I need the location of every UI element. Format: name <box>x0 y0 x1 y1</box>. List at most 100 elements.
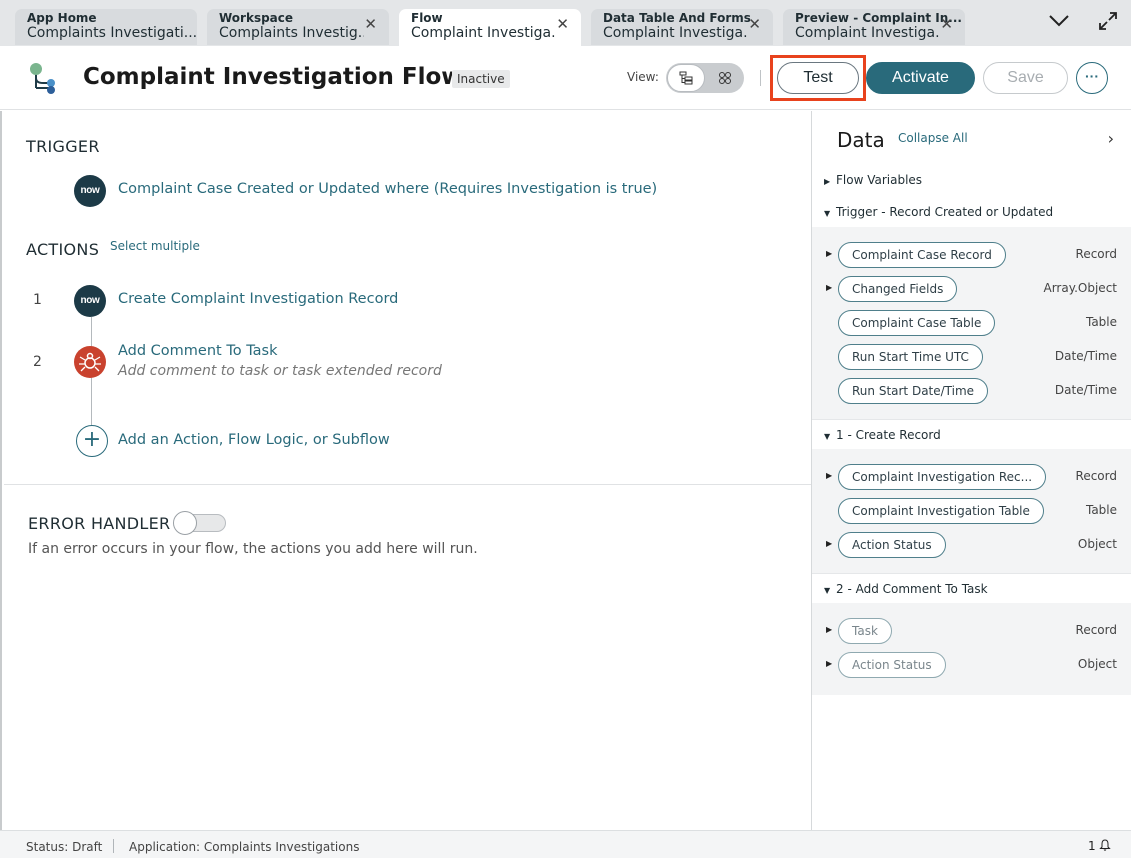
error-handler-toggle[interactable] <box>173 511 226 535</box>
data-pill[interactable]: Complaint Investigation Rec... <box>838 464 1047 490</box>
data-group-flow-variables[interactable]: ▶ Flow Variables <box>812 165 1131 195</box>
data-group-body: ▶ Complaint Case Record Record ▶ Changed… <box>812 227 1131 427</box>
data-pill-type: Record <box>1075 247 1117 261</box>
caret-right-icon[interactable]: ▶ <box>826 283 832 292</box>
tab-subtitle: Complaint Investiga... <box>603 25 748 41</box>
tab-preview[interactable]: Preview - Complaint In... Complaint Inve… <box>783 9 965 45</box>
action-step-add-comment[interactable]: Add Comment To Task <box>118 343 278 359</box>
status-badge: Inactive <box>452 70 510 88</box>
data-pill-type: Date/Time <box>1054 349 1117 363</box>
actions-heading: ACTIONS <box>26 240 100 259</box>
notification-count: 1 <box>1088 839 1096 853</box>
test-button[interactable]: Test <box>777 62 859 94</box>
data-pill[interactable]: Changed Fields <box>838 276 958 302</box>
tab-subtitle: Complaints Investig... <box>219 25 364 41</box>
close-icon[interactable]: ✕ <box>556 17 569 32</box>
error-handler-description: If an error occurs in your flow, the act… <box>28 541 478 557</box>
data-panel: Data Collapse All › ▶ Flow Variables ▼ Tri… <box>811 111 1131 830</box>
close-icon[interactable]: ✕ <box>364 17 377 32</box>
chevron-down-icon[interactable] <box>1048 12 1070 33</box>
data-pill[interactable]: Task <box>838 618 892 644</box>
caret-right-icon[interactable]: ▶ <box>826 539 832 548</box>
tab-subtitle: Complaint Investiga... <box>795 25 940 41</box>
caret-down-icon: ▼ <box>824 209 831 218</box>
expand-icon[interactable] <box>1097 10 1119 37</box>
bug-spider-icon <box>74 346 106 378</box>
data-group-trigger[interactable]: ▼ Trigger - Record Created or Updated <box>812 197 1131 227</box>
caret-right-icon[interactable]: ▶ <box>826 659 832 668</box>
trigger-link[interactable]: Complaint Case Created or Updated where … <box>118 181 657 197</box>
close-icon[interactable]: ✕ <box>748 17 761 32</box>
data-pill-type: Object <box>1077 657 1117 671</box>
section-divider <box>4 484 812 485</box>
tab-flow[interactable]: Flow Complaint Investiga... ✕ <box>399 9 581 46</box>
tab-app-home[interactable]: App Home Complaints Investigati... <box>15 9 197 45</box>
data-pill-type: Object <box>1077 537 1117 551</box>
data-group-create-record[interactable]: ▼ 1 - Create Record <box>812 419 1131 449</box>
tab-workspace[interactable]: Workspace Complaints Investig... ✕ <box>207 9 389 45</box>
trigger-heading: TRIGGER <box>26 137 100 156</box>
more-options-button[interactable]: ··· <box>1076 62 1108 94</box>
data-panel-header: Data Collapse All › <box>812 111 1131 166</box>
data-pill-type: Date/Time <box>1054 383 1117 397</box>
caret-down-icon: ▼ <box>824 586 831 595</box>
flow-logo-icon <box>30 63 55 94</box>
close-icon[interactable]: ✕ <box>940 17 953 32</box>
view-label: View: <box>627 70 659 84</box>
caret-right-icon[interactable]: ▶ <box>826 625 832 634</box>
caret-right-icon[interactable]: ▶ <box>826 249 832 258</box>
chevron-right-icon[interactable]: › <box>1108 129 1114 148</box>
add-action-button[interactable]: + <box>76 425 108 457</box>
data-pill-type: Array.Object <box>1043 281 1117 295</box>
data-group-label: 1 - Create Record <box>836 428 941 442</box>
data-pill[interactable]: Complaint Case Table <box>838 310 996 336</box>
tab-subtitle: Complaints Investigati... <box>27 25 197 41</box>
servicenow-icon: now <box>74 285 106 317</box>
caret-down-icon: ▼ <box>824 432 831 441</box>
tab-data-table-and-forms[interactable]: Data Table And Forms Complaint Investiga… <box>591 9 773 45</box>
flow-canvas: TRIGGER now Complaint Case Created or Up… <box>0 111 812 830</box>
divider <box>113 839 114 853</box>
page-title: Complaint Investigation Flow <box>83 64 463 90</box>
data-pill[interactable]: Run Start Date/Time <box>838 378 989 404</box>
servicenow-icon: now <box>74 175 106 207</box>
data-pill[interactable]: Action Status <box>838 532 946 558</box>
view-toggle[interactable] <box>666 63 744 93</box>
tab-subtitle: Complaint Investiga... <box>411 25 556 41</box>
divider <box>760 70 761 86</box>
data-pill-type: Record <box>1075 623 1117 637</box>
tab-bar: App Home Complaints Investigati... Works… <box>0 0 1131 46</box>
flow-header: Complaint Investigation Flow Inactive Vi… <box>0 46 1131 110</box>
data-group-body: ▶ Task Record ▶ Action Status Object <box>812 603 1131 695</box>
caret-right-icon: ▶ <box>824 177 831 186</box>
data-pill-type: Table <box>1085 315 1117 329</box>
application-name: Application: Complaints Investigations <box>129 840 360 854</box>
status-bar: Status: Draft Application: Complaints In… <box>0 830 1131 858</box>
data-group-label: Trigger - Record Created or Updated <box>836 205 1054 219</box>
data-pill[interactable]: Action Status <box>838 652 946 678</box>
diagram-view-icon[interactable] <box>718 71 732 85</box>
activate-button[interactable]: Activate <box>866 62 975 94</box>
toggle-knob <box>173 511 197 535</box>
action-step-create-record[interactable]: Create Complaint Investigation Record <box>118 291 398 307</box>
data-pill[interactable]: Run Start Time UTC <box>838 344 983 370</box>
notifications[interactable]: 1 <box>1088 839 1112 853</box>
collapse-all-link[interactable]: Collapse All <box>898 131 968 145</box>
tab-title: App Home <box>27 11 97 25</box>
action-step-description: Add comment to task or task extended rec… <box>118 363 442 379</box>
caret-right-icon[interactable]: ▶ <box>826 471 832 480</box>
bell-icon <box>1099 839 1112 851</box>
error-handler-heading: ERROR HANDLER <box>28 514 171 533</box>
data-pill-type: Table <box>1085 503 1117 517</box>
add-action-link[interactable]: Add an Action, Flow Logic, or Subflow <box>118 432 390 448</box>
data-group-add-comment[interactable]: ▼ 2 - Add Comment To Task <box>812 573 1131 603</box>
data-pill[interactable]: Complaint Investigation Table <box>838 498 1044 524</box>
data-group-label: Flow Variables <box>836 173 923 187</box>
step-number: 2 <box>33 354 42 370</box>
save-button[interactable]: Save <box>983 62 1068 94</box>
data-pill[interactable]: Complaint Case Record <box>838 242 1006 268</box>
tree-view-icon[interactable] <box>679 71 693 85</box>
select-multiple-link[interactable]: Select multiple <box>110 239 200 253</box>
data-group-body: ▶ Complaint Investigation Rec... Record … <box>812 449 1131 575</box>
data-pill-type: Record <box>1075 469 1117 483</box>
